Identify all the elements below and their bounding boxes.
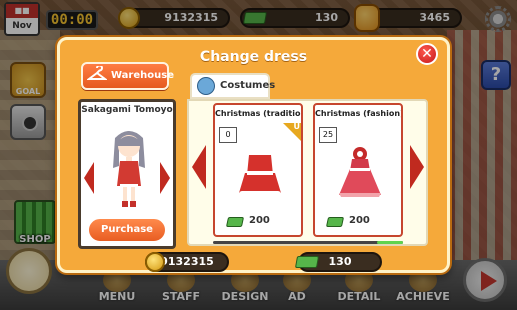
footer-cash-value: 130 — [328, 255, 352, 268]
tab-costumes[interactable]: Costumes — [190, 73, 275, 99]
coin-icon — [145, 252, 165, 272]
costume-price-value: 200 — [349, 215, 370, 226]
cash-icon — [294, 256, 320, 268]
prev-character-arrow[interactable] — [84, 162, 94, 194]
character-name: Sakagami Tomoyo — [81, 105, 173, 115]
red-dress-icon — [239, 147, 281, 198]
costume-owned-count: 0 — [219, 127, 237, 143]
character-card: Sakagami Tomoyo Purchase — [78, 99, 176, 249]
costume-price: 200 — [325, 215, 393, 231]
costume-price: 200 — [225, 215, 293, 231]
warehouse-button[interactable]: Warehouse — [81, 62, 174, 90]
next-page-arrow[interactable] — [410, 145, 424, 189]
costume-owned-count: 25 — [319, 127, 337, 143]
costume-item-card[interactable]: Christmas (traditional) 0 U 200 — [213, 103, 303, 237]
close-button[interactable]: ✕ — [416, 43, 438, 65]
red-dress-icon — [339, 147, 381, 197]
costume-price-value: 200 — [249, 215, 270, 226]
costume-scrollbar[interactable] — [213, 241, 403, 244]
costume-tab-icon — [197, 77, 215, 95]
cash-icon — [225, 217, 245, 227]
badge-letter: U — [293, 122, 301, 131]
character-sprite — [113, 131, 145, 207]
scrollbar-thumb[interactable] — [377, 241, 403, 244]
hanger-icon — [87, 66, 107, 80]
next-character-arrow[interactable] — [160, 162, 170, 194]
purchase-button[interactable]: Purchase — [87, 217, 167, 243]
costume-item-card[interactable]: Christmas (fashion) 25 200 — [313, 103, 403, 237]
change-dress-modal: Change dress ✕ Warehouse Sakagami Tomoyo… — [57, 37, 450, 273]
warehouse-label: Warehouse — [111, 70, 174, 81]
footer-cash: 130 — [294, 252, 382, 272]
costume-item-name: Christmas (traditional) — [215, 109, 301, 118]
prev-page-arrow[interactable] — [192, 145, 206, 189]
cash-icon — [325, 217, 345, 227]
costumes-tab-label: Costumes — [220, 80, 276, 91]
footer-coins: 9132315 — [145, 252, 229, 272]
footer-coins-value: 9132315 — [160, 255, 214, 268]
costume-item-name: Christmas (fashion) — [315, 109, 401, 118]
